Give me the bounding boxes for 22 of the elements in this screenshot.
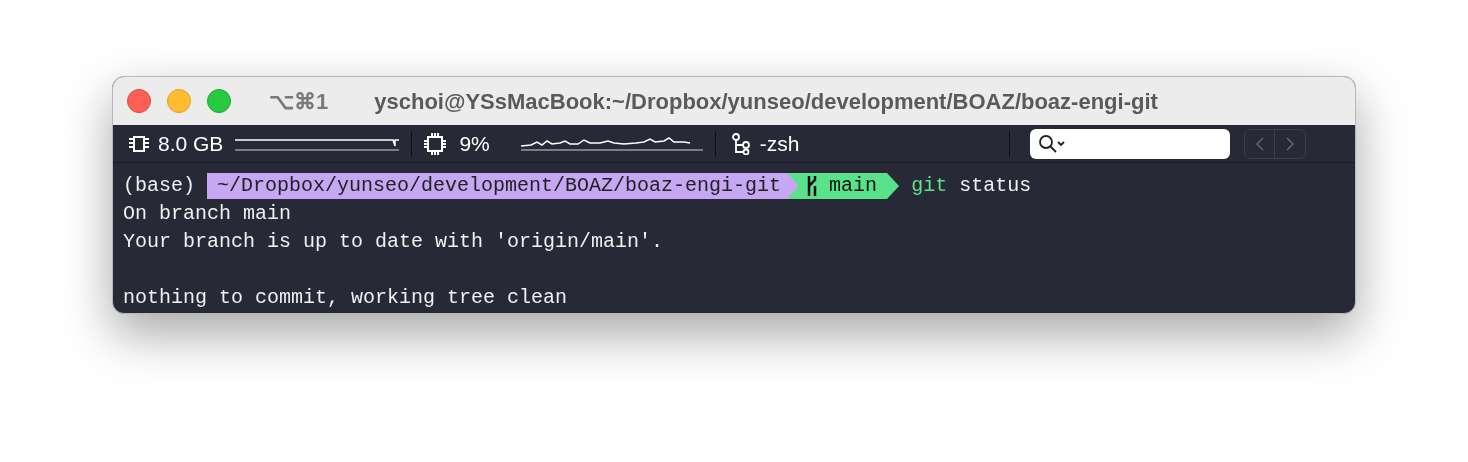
chevron-right-icon (1285, 136, 1296, 151)
window-title: yschoi@YSsMacBook:~/Dropbox/yunseo/development/BOAZ/boaz-engi-git (374, 87, 1158, 116)
conda-env: (base) (123, 173, 195, 199)
output-line: Your branch is up to date with 'origin/main'. (123, 230, 664, 253)
memory-icon (129, 134, 149, 153)
chevron-left-icon (1254, 136, 1265, 151)
cpu-usage: 9% (459, 130, 490, 157)
job-name: -zsh (759, 130, 800, 157)
shortcut-label: ⌥⌘1 (269, 87, 329, 116)
output-line: nothing to commit, working tree clean (123, 286, 568, 309)
command-args: status (959, 173, 1032, 199)
cpu-icon (424, 132, 447, 155)
branch-icon (731, 132, 750, 155)
command: git (911, 173, 948, 199)
branch-name: main (829, 173, 878, 199)
zoom-button[interactable] (207, 89, 231, 113)
search-icon (1038, 133, 1067, 154)
memory-usage: 8.0 GB (158, 130, 224, 157)
search-field[interactable] (1030, 128, 1231, 159)
output-line: On branch main (123, 202, 292, 225)
minimize-button[interactable] (167, 89, 191, 113)
close-button[interactable] (127, 89, 151, 113)
